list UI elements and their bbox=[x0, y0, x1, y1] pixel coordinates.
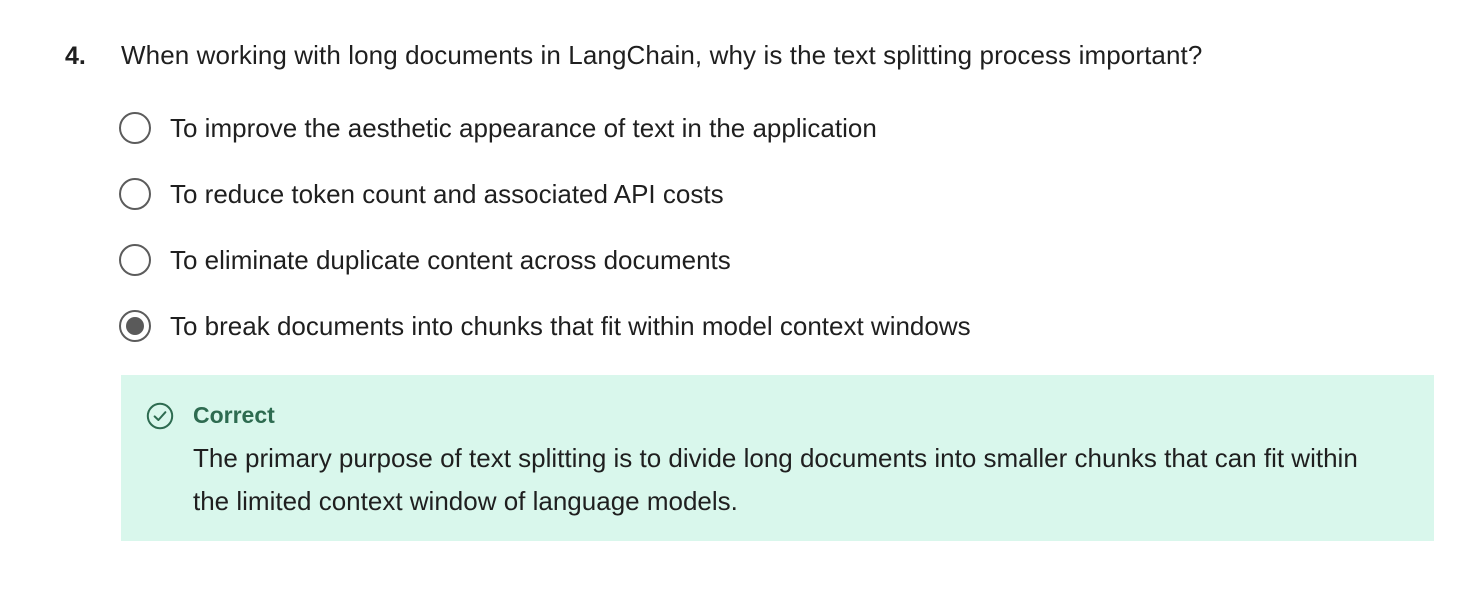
quiz-question: 4. When working with long documents in L… bbox=[65, 40, 1445, 359]
option-label: To eliminate duplicate content across do… bbox=[170, 244, 731, 275]
answer-option-3[interactable]: To eliminate duplicate content across do… bbox=[119, 227, 1445, 293]
feedback-panel: Correct The primary purpose of text spli… bbox=[121, 375, 1434, 541]
radio-button[interactable] bbox=[119, 244, 151, 276]
option-label: To improve the aesthetic appearance of t… bbox=[170, 112, 877, 143]
feedback-explanation: The primary purpose of text splitting is… bbox=[193, 443, 1358, 516]
option-label: To break documents into chunks that fit … bbox=[170, 310, 971, 341]
answer-options: To improve the aesthetic appearance of t… bbox=[119, 95, 1445, 359]
answer-option-2[interactable]: To reduce token count and associated API… bbox=[119, 161, 1445, 227]
answer-option-1[interactable]: To improve the aesthetic appearance of t… bbox=[119, 95, 1445, 161]
check-circle-icon bbox=[146, 402, 174, 430]
radio-button-selected[interactable] bbox=[119, 310, 151, 342]
radio-button[interactable] bbox=[119, 178, 151, 210]
question-text: When working with long documents in Lang… bbox=[121, 40, 1203, 70]
question-header: 4. When working with long documents in L… bbox=[65, 40, 1445, 71]
question-number: 4. bbox=[65, 42, 86, 70]
feedback-status: Correct bbox=[193, 402, 275, 428]
radio-button[interactable] bbox=[119, 112, 151, 144]
answer-option-4[interactable]: To break documents into chunks that fit … bbox=[119, 293, 1445, 359]
option-label: To reduce token count and associated API… bbox=[170, 178, 724, 209]
